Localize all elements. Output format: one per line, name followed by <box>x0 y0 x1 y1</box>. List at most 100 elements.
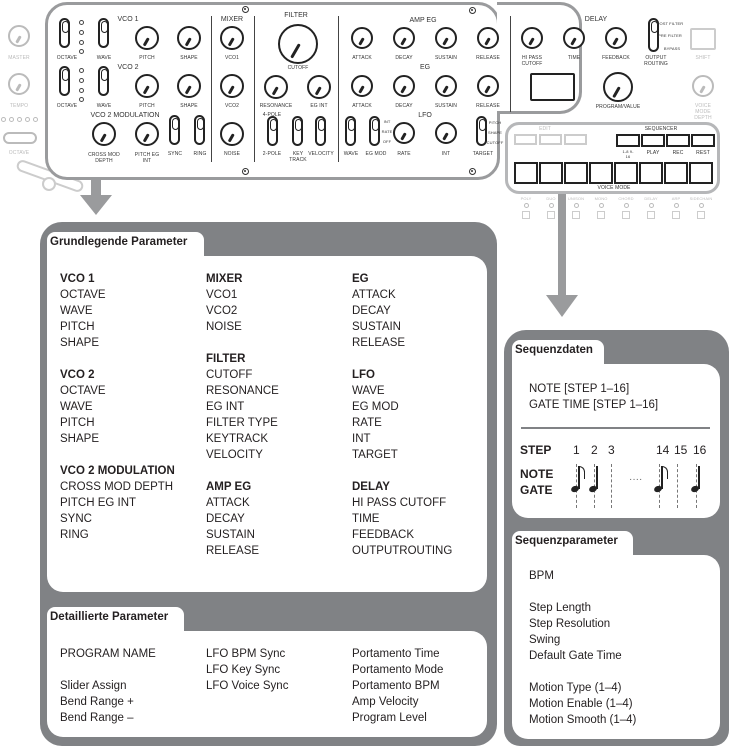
seq-param-item: Motion Type (1–4) <box>529 682 622 694</box>
step-page-button <box>616 134 640 147</box>
voice-mode-key <box>564 162 588 184</box>
seq-param-item <box>529 664 636 680</box>
note-flag-icon <box>579 466 585 479</box>
voice-mode-depth-label: VOICE MODE DEPTH <box>694 103 712 121</box>
detail-param-item: Portamento BPM <box>352 680 440 692</box>
seq-param-item: Swing <box>529 634 561 646</box>
voice-mode-icon <box>697 211 705 219</box>
eg-decay-label: DECAY <box>395 103 413 109</box>
voice-mode-label: UNISON <box>567 196 585 201</box>
master-label: MASTER <box>8 55 30 61</box>
voice-mode-icon <box>572 211 580 219</box>
time-label: TIME <box>567 55 581 61</box>
note-label: NOTE <box>520 467 554 481</box>
step-number: 2 <box>591 443 598 457</box>
voice-mode-label: CHORD <box>618 196 634 201</box>
amp-eg-title: AMP EG <box>409 17 437 24</box>
param-item: WAVE <box>352 385 385 397</box>
led <box>79 88 84 93</box>
detail-param-item: Program Level <box>352 712 427 724</box>
mixer-vco1-label: VCO1 <box>224 55 240 61</box>
tempo-knob <box>8 73 30 95</box>
step-page-label: 1-8 9-16 <box>622 149 634 159</box>
voice-mode-led <box>599 203 604 208</box>
note-stem-icon <box>698 466 700 489</box>
vco2-shape-knob <box>177 74 201 98</box>
octave-led <box>9 117 14 122</box>
filter-title: FILTER <box>284 12 308 19</box>
gate-dashed-line <box>677 464 678 508</box>
voice-mode-key <box>614 162 638 184</box>
amp-decay-label: DECAY <box>395 55 413 61</box>
detail-param-item: PROGRAM NAME <box>60 648 156 660</box>
voice-mode-depth-knob <box>692 75 714 97</box>
param-item: VCO2 <box>206 305 238 317</box>
voice-mode-led <box>524 203 529 208</box>
seq-param-item: Motion Smooth (1–4) <box>529 714 637 726</box>
octave-switch <box>3 132 37 144</box>
lfo-eg-mod-switch <box>369 116 380 146</box>
eg-int-label: EG INT <box>310 103 328 109</box>
voice-mode-label: DELAY <box>644 196 658 201</box>
detail-param-item: Bend Range + <box>60 696 134 708</box>
sync-switch <box>169 115 180 145</box>
param-item: SYNC <box>60 513 92 525</box>
param-item: RESONANCE <box>206 385 279 397</box>
eg-int-knob <box>307 75 331 99</box>
led <box>79 49 84 54</box>
delay-title: DELAY <box>584 16 608 23</box>
vco2-pitch-label: PITCH <box>139 103 155 109</box>
gate-dashed-line <box>611 464 612 508</box>
mixer-title: MIXER <box>220 16 244 23</box>
cutoff-label: CUTOFF <box>287 65 309 71</box>
param-item: WAVE <box>60 305 93 317</box>
detail-params-col1: PROGRAM NAME Slider Assign Bend Range + Ben… <box>60 646 156 726</box>
voice-mode-label: POLY <box>520 196 532 201</box>
cross-mod-label: CROSS MOD DEPTH <box>88 152 120 164</box>
detail-param-item: Portamento Mode <box>352 664 444 676</box>
note-flag-icon <box>662 466 668 479</box>
vco2-title: VCO 2 <box>117 64 139 71</box>
mixer-noise-knob <box>220 122 244 146</box>
ring-switch <box>194 115 205 145</box>
voice-mode-led <box>549 203 554 208</box>
voice-mode-key <box>539 162 563 184</box>
octave-led <box>25 117 30 122</box>
param-item: TIME <box>352 513 380 525</box>
program-value-label: PROGRAM/VALUE <box>595 104 641 110</box>
voice-mode-led <box>699 203 704 208</box>
seq-param-item <box>529 584 636 600</box>
detail-params-col2: LFO BPM Sync LFO Key Sync LFO Voice Sync <box>206 646 288 694</box>
seq-note-line: NOTE [STEP 1–16] <box>529 383 630 395</box>
detail-param-item: Slider Assign <box>60 680 127 692</box>
pitch-eg-int-label: PITCH EG INT <box>134 152 160 164</box>
step-number: 16 <box>693 443 707 457</box>
voice-mode-key <box>689 162 713 184</box>
two-pole-label: 2-POLE <box>262 151 282 157</box>
sequencer-title: SEQUENCER <box>644 126 678 132</box>
seq-param-item: Motion Enable (1–4) <box>529 698 633 710</box>
screw-icon <box>469 168 476 175</box>
eg-release-knob <box>477 75 499 97</box>
divider <box>211 16 212 162</box>
param-item: CROSS MOD DEPTH <box>60 481 174 493</box>
param-group-heading: MIXER <box>206 273 243 285</box>
octave-led <box>17 117 22 122</box>
octave-led <box>33 117 38 122</box>
vco1-wave-switch <box>98 18 109 48</box>
target-cutoff: CUTOFF <box>486 140 504 145</box>
program-value-knob <box>603 72 633 102</box>
eg-mod-off: OFF <box>382 139 392 144</box>
param-group-heading: VCO 2 MODULATION <box>60 465 175 477</box>
vco2-mod-title: VCO 2 MODULATION <box>90 112 160 119</box>
vco2-wave-switch <box>98 66 109 96</box>
divider <box>338 16 339 162</box>
param-item: OCTAVE <box>60 289 106 301</box>
voice-mode-led <box>674 203 679 208</box>
seq-param-item: BPM <box>529 570 554 582</box>
seq-param-item: Step Resolution <box>529 618 611 630</box>
param-item: SHAPE <box>60 433 99 445</box>
note-gate-labels: NOTE GATE <box>520 466 553 498</box>
